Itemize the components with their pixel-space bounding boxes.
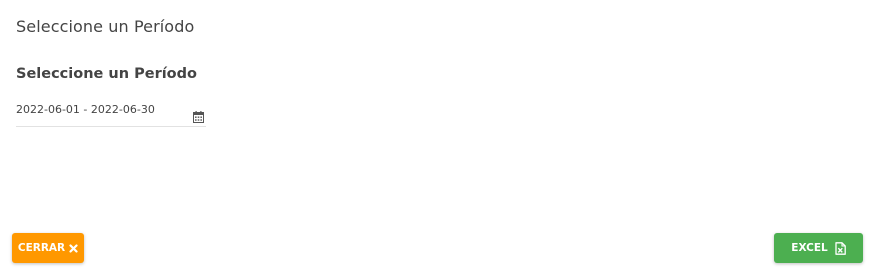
modal-title: Seleccione un Período <box>16 17 195 36</box>
excel-button-label: EXCEL <box>791 242 828 254</box>
date-range-field[interactable] <box>16 100 206 127</box>
close-icon <box>69 243 78 253</box>
excel-button[interactable]: EXCEL <box>774 233 863 263</box>
period-label: Seleccione un Período <box>16 66 197 82</box>
close-button[interactable]: CERRAR <box>12 233 84 263</box>
excel-file-icon <box>835 241 846 255</box>
date-range-input[interactable] <box>16 100 186 118</box>
close-button-label: CERRAR <box>17 242 66 254</box>
calendar-icon[interactable] <box>193 111 204 123</box>
period-modal: Seleccione un Período Seleccione un Perí… <box>0 0 878 277</box>
